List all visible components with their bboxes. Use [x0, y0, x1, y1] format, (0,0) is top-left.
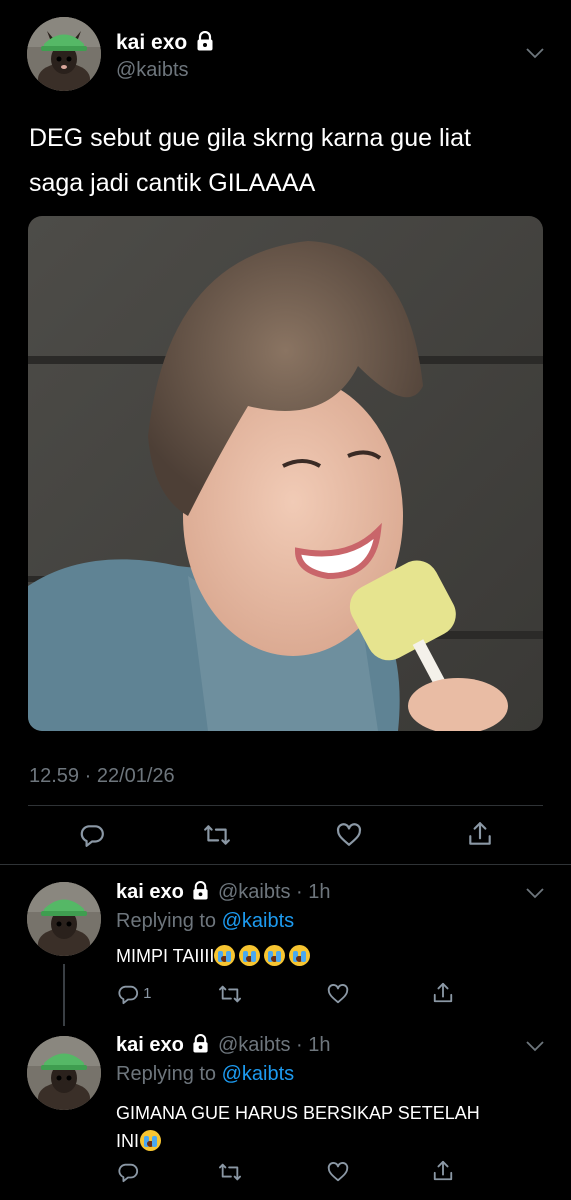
avatar-image [27, 882, 101, 956]
more-options-button[interactable] [524, 46, 546, 65]
loudly-crying-emoji [289, 945, 311, 966]
tweet-image[interactable] [28, 216, 543, 731]
main-tweet-header: kai exo [116, 30, 214, 56]
reply-tweet[interactable]: kai exo @kaibts · 1h Replying to @kaibts… [0, 866, 571, 1026]
handle[interactable]: @kaibts [116, 59, 189, 82]
more-options-button[interactable] [524, 1039, 546, 1058]
avatar-image [27, 1036, 101, 1110]
reply-text-content: MIMPI TAIIII [116, 946, 215, 966]
reply-icon [80, 825, 104, 847]
replying-to-label: Replying to [116, 1063, 217, 1085]
retweet-button[interactable] [218, 983, 242, 1010]
reply-count: 1 [143, 984, 152, 1002]
reply-avatar[interactable] [27, 1036, 101, 1110]
reply-button[interactable] [79, 822, 105, 853]
reply-header: kai exo @kaibts · 1h [116, 881, 331, 906]
avatar-image [27, 17, 101, 91]
retweet-icon [204, 825, 230, 845]
loudly-crying-emoji [214, 945, 236, 966]
retweet-icon [219, 985, 241, 1003]
replying-to-link[interactable]: @kaibts [222, 1063, 295, 1085]
divider [0, 864, 571, 865]
handle-time[interactable]: @kaibts · 1h [218, 881, 331, 903]
loudly-crying-emoji [264, 945, 286, 966]
tweet-text: DEG sebut gue gila skrng karna gue liat … [29, 124, 471, 197]
loudly-crying-emoji [140, 1130, 162, 1151]
share-button[interactable] [432, 1159, 454, 1188]
more-options-button[interactable] [524, 886, 546, 905]
heart-icon [336, 823, 362, 846]
reply-avatar[interactable] [27, 882, 101, 956]
timestamp[interactable]: 12.59 · 22/01/26 [29, 765, 175, 788]
like-button[interactable] [336, 822, 362, 853]
main-tweet-avatar[interactable] [27, 17, 101, 91]
main-tweet: kai exo @kaibts DEG sebut gue gila skrng… [0, 0, 571, 865]
reply-button[interactable]: 1 [117, 983, 152, 1005]
like-button[interactable] [327, 983, 349, 1010]
reply-icon [118, 1163, 139, 1183]
share-button[interactable] [467, 820, 493, 853]
reply-text: MIMPI TAIIII [116, 945, 314, 967]
handle-time[interactable]: @kaibts · 1h [218, 1034, 331, 1056]
retweet-icon [219, 1163, 241, 1181]
reply-text-line: GIMANA GUE HARUS BERSIKAP SETELAH [116, 1103, 480, 1123]
reply-button[interactable] [117, 1161, 139, 1188]
replying-to: Replying to @kaibts [116, 1063, 294, 1086]
reply-text: GIMANA GUE HARUS BERSIKAP SETELAH INI [116, 1099, 480, 1155]
heart-icon [327, 984, 349, 1004]
retweet-button[interactable] [218, 1161, 242, 1188]
divider [28, 805, 543, 806]
reply-icon [118, 985, 139, 1005]
share-icon [433, 982, 453, 1003]
lock-icon [192, 1034, 209, 1059]
display-name[interactable]: kai exo [116, 31, 187, 54]
loudly-crying-emoji [239, 945, 261, 966]
lock-icon [192, 881, 209, 906]
share-icon [433, 1160, 453, 1181]
chevron-down-icon [526, 48, 544, 59]
display-name[interactable]: kai exo [116, 1034, 184, 1056]
reply-header: kai exo @kaibts · 1h [116, 1034, 331, 1059]
reply-text-line: INI [116, 1131, 140, 1151]
reply-tweet[interactable]: kai exo @kaibts · 1h Replying to @kaibts… [0, 1020, 571, 1200]
chevron-down-icon [526, 1041, 544, 1052]
chevron-down-icon [526, 888, 544, 899]
replying-to-link[interactable]: @kaibts [222, 910, 295, 932]
display-name[interactable]: kai exo [116, 881, 184, 903]
retweet-button[interactable] [203, 822, 231, 853]
thread-line [63, 964, 65, 1026]
heart-icon [327, 1162, 349, 1182]
tweet-photo [28, 216, 543, 731]
like-button[interactable] [327, 1161, 349, 1188]
share-button[interactable] [432, 981, 454, 1010]
replying-to: Replying to @kaibts [116, 910, 294, 933]
share-icon [469, 822, 491, 845]
replying-to-label: Replying to [116, 910, 217, 932]
lock-icon [196, 30, 214, 56]
